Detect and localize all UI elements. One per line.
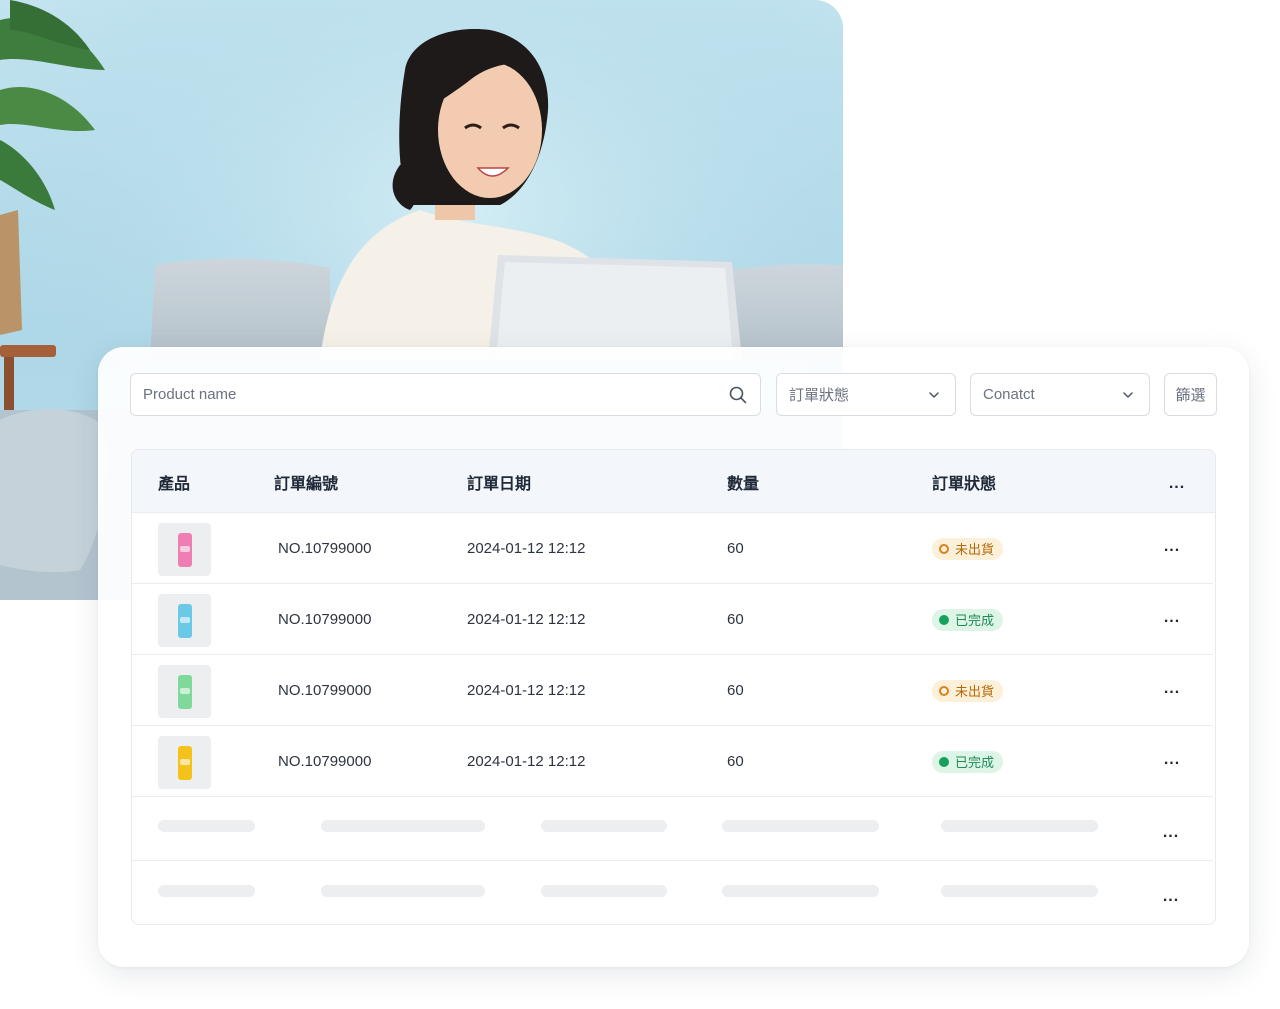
order-date: 2024-01-12 12:12 <box>467 611 586 628</box>
order-date: 2024-01-12 12:12 <box>467 753 586 770</box>
order-quantity: 60 <box>727 682 744 699</box>
skeleton-bar <box>158 885 255 897</box>
header-quantity: 數量 <box>727 475 760 493</box>
header-more-icon[interactable]: ... <box>1167 474 1187 494</box>
status-badge-label: 未出貨 <box>955 684 995 699</box>
order-status-select[interactable]: 訂單狀態 <box>776 373 956 416</box>
header-order-date: 訂單日期 <box>467 475 532 493</box>
can-icon <box>177 532 192 567</box>
order-number: NO.10799000 <box>278 540 372 557</box>
table-row[interactable]: NO.10799000 2024-01-12 12:12 60 已完成 ... <box>132 726 1213 797</box>
header-product: 產品 <box>158 475 191 493</box>
skeleton-bar <box>722 820 879 832</box>
order-number: NO.10799000 <box>278 682 372 699</box>
row-more-icon[interactable]: ... <box>1162 608 1182 628</box>
status-badge-label: 已完成 <box>955 755 995 770</box>
table-row[interactable]: NO.10799000 2024-01-12 12:12 60 未出貨 ... <box>132 655 1213 726</box>
can-icon <box>177 603 192 638</box>
orders-table: 產品 訂單編號 訂單日期 數量 訂單狀態 ... NO.10799000 202… <box>131 449 1216 925</box>
order-date: 2024-01-12 12:12 <box>467 682 586 699</box>
table-row[interactable]: NO.10799000 2024-01-12 12:12 60 已完成 ... <box>132 584 1213 655</box>
order-quantity: 60 <box>727 540 744 557</box>
status-dot-icon <box>939 614 949 625</box>
status-dot-icon <box>939 756 949 767</box>
order-number: NO.10799000 <box>278 611 372 628</box>
order-date: 2024-01-12 12:12 <box>467 540 586 557</box>
product-thumbnail <box>158 736 211 789</box>
can-icon <box>177 745 192 780</box>
skeleton-bar <box>941 820 1098 832</box>
status-cell: 未出貨 <box>932 655 1004 726</box>
row-more-icon[interactable]: ... <box>1161 823 1181 843</box>
product-search-input[interactable] <box>143 374 728 415</box>
product-thumbnail <box>158 594 211 647</box>
status-cell: 未出貨 <box>932 513 1004 584</box>
skeleton-bar <box>321 820 485 832</box>
chevron-down-icon <box>927 388 941 402</box>
header-status: 訂單狀態 <box>932 475 997 493</box>
product-thumbnail <box>158 523 211 576</box>
row-more-icon[interactable]: ... <box>1162 679 1182 699</box>
order-number: NO.10799000 <box>278 753 372 770</box>
status-badge-label: 未出貨 <box>955 542 995 557</box>
status-badge: 未出貨 <box>932 537 1004 560</box>
table-row[interactable]: NO.10799000 2024-01-12 12:12 60 未出貨 ... <box>132 513 1213 584</box>
order-quantity: 60 <box>727 753 744 770</box>
status-cell: 已完成 <box>932 726 1004 797</box>
skeleton-bar <box>541 820 667 832</box>
row-more-icon[interactable]: ... <box>1162 537 1182 557</box>
status-dot-icon <box>939 685 949 696</box>
can-icon <box>177 674 192 709</box>
chevron-down-icon <box>1121 388 1135 402</box>
status-dot-icon <box>939 543 949 554</box>
skeleton-bar <box>541 885 667 897</box>
skeleton-row: ... <box>132 797 1213 861</box>
skeleton-bar <box>941 885 1098 897</box>
status-badge: 已完成 <box>932 608 1004 631</box>
status-badge: 已完成 <box>932 750 1004 773</box>
search-icon[interactable] <box>728 385 748 405</box>
status-badge: 未出貨 <box>932 679 1004 702</box>
status-badge-label: 已完成 <box>955 613 995 628</box>
skeleton-bar <box>321 885 485 897</box>
row-more-icon[interactable]: ... <box>1161 887 1181 907</box>
order-status-select-label: 訂單狀態 <box>789 387 850 404</box>
product-thumbnail <box>158 665 211 718</box>
filter-button[interactable]: 篩選 <box>1164 373 1217 416</box>
table-header: 產品 訂單編號 訂單日期 數量 訂單狀態 ... <box>132 450 1215 513</box>
status-cell: 已完成 <box>932 584 1004 655</box>
row-more-icon[interactable]: ... <box>1162 750 1182 770</box>
product-search-box[interactable] <box>130 373 761 416</box>
header-order-no: 訂單編號 <box>274 475 339 493</box>
skeleton-bar <box>722 885 879 897</box>
skeleton-row: ... <box>132 861 1213 924</box>
contact-select-label: Conatct <box>983 386 1035 403</box>
order-quantity: 60 <box>727 611 744 628</box>
skeleton-bar <box>158 820 255 832</box>
contact-select[interactable]: Conatct <box>970 373 1150 416</box>
